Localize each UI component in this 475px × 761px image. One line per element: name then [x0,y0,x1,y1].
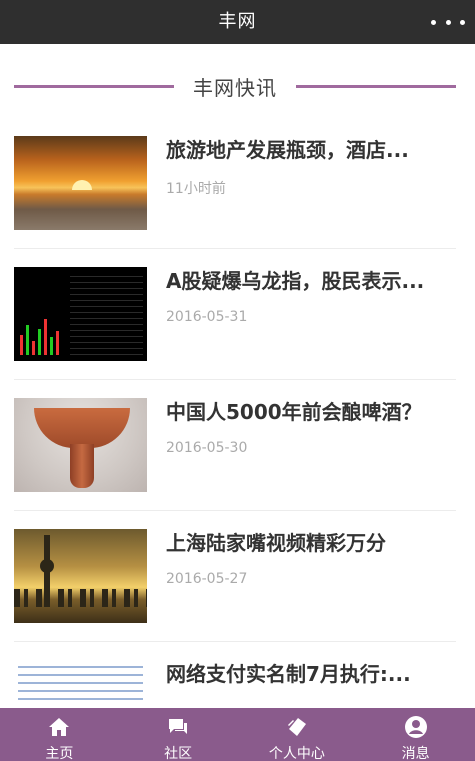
news-title[interactable]: 旅游地产发展瓶颈，酒店... [166,136,456,164]
tab-messages[interactable]: 消息 [356,708,475,761]
news-thumbnail [14,398,147,492]
more-menu-icon[interactable] [431,12,465,32]
section-heading: 丰网快讯 [14,70,456,102]
divider-right [296,85,456,88]
tab-label: 主页 [45,746,74,761]
news-title[interactable]: 网络支付实名制7月执行:... [166,660,456,688]
tab-label: 个人中心 [268,746,325,761]
news-list: 旅游地产发展瓶颈，酒店... 11小时前 A股疑爆乌龙指，股民表示... 201… [14,118,456,761]
home-icon [49,718,70,736]
news-title[interactable]: A股疑爆乌龙指，股民表示... [166,267,456,295]
news-title[interactable]: 上海陆家嘴视频精彩万分 [166,529,456,557]
news-thumbnail [14,267,147,361]
news-thumbnail [14,136,147,230]
news-title[interactable]: 中国人5000年前会酿啤酒？ [166,398,456,426]
tab-community[interactable]: 社区 [119,708,238,761]
news-time: 2016-05-31 [166,309,248,325]
top-bar: 丰网 [0,0,475,44]
news-item[interactable]: 旅游地产发展瓶颈，酒店... 11小时前 [14,118,456,249]
tab-label: 社区 [164,746,193,761]
bottom-tab-bar: 主页 社区 个人中心 消息 [0,708,475,761]
tab-home[interactable]: 主页 [0,708,119,761]
tag-icon [287,718,306,736]
page-title: 丰网 [218,11,257,32]
news-item[interactable]: 上海陆家嘴视频精彩万分 2016-05-27 [14,511,456,642]
news-time: 11小时前 [166,181,226,197]
chat-icon [169,719,188,734]
news-item[interactable]: A股疑爆乌龙指，股民表示... 2016-05-31 [14,249,456,380]
news-time: 2016-05-30 [166,440,248,456]
tab-profile[interactable]: 个人中心 [238,708,357,761]
news-item[interactable]: 中国人5000年前会酿啤酒？ 2016-05-30 [14,380,456,511]
news-time: 2016-05-27 [166,571,248,587]
user-circle-icon [404,716,427,738]
news-thumbnail [14,529,147,623]
tab-label: 消息 [401,746,430,761]
